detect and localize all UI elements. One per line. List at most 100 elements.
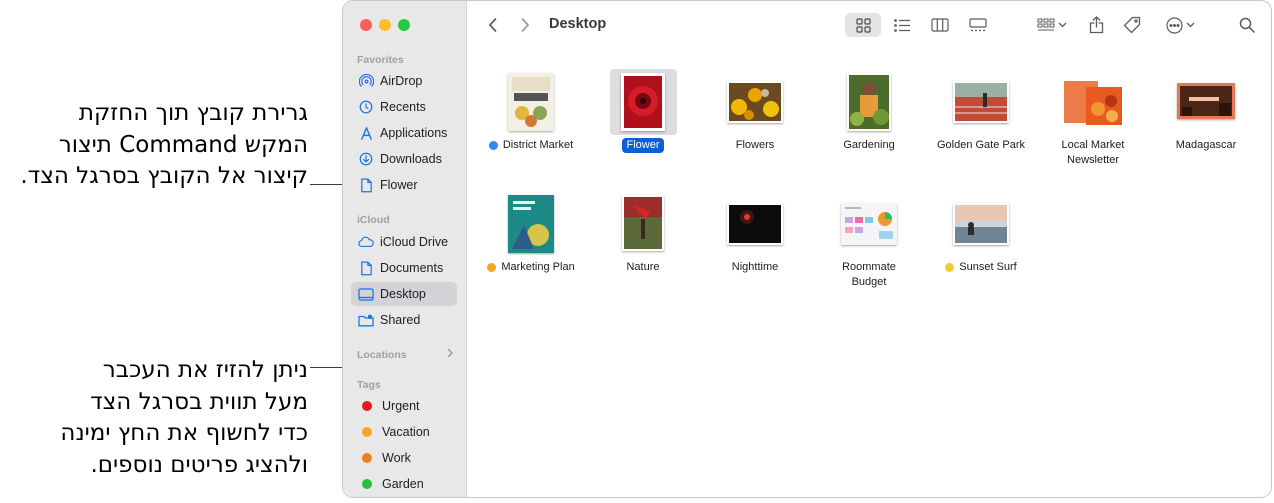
sidebar: Favorites AirDrop Recents Applications D…: [343, 1, 467, 497]
tag-color-dot: [362, 453, 372, 463]
file-golden-gate-park[interactable]: Golden Gate Park: [921, 69, 1041, 169]
sidebar-item-label: Applications: [380, 126, 448, 140]
sidebar-tag-urgent[interactable]: Urgent: [351, 394, 457, 418]
file-thumbnail: [953, 81, 1009, 128]
file-thumbnail: [508, 195, 554, 258]
sidebar-item-label: Vacation: [382, 425, 430, 439]
sidebar-item-label: AirDrop: [380, 74, 423, 88]
more-actions-button[interactable]: [1161, 13, 1199, 37]
file-flowers[interactable]: Flowers: [695, 69, 815, 169]
sidebar-item-icloud-drive[interactable]: iCloud Drive: [351, 230, 457, 254]
window-title: Desktop: [549, 16, 607, 32]
group-by-button[interactable]: [1033, 13, 1071, 37]
file-name: Marketing Plan: [501, 261, 575, 273]
callout-reveal-arrow: ניתן להזיז את העכבר מעל תווית בסרגל הצד …: [8, 355, 308, 481]
sidebar-item-shared[interactable]: Shared: [351, 308, 457, 332]
tag-color-dot: [362, 427, 372, 437]
sidebar-tag-work[interactable]: Work: [351, 446, 457, 470]
callout-line: גרירת קובץ תוך החזקת: [78, 100, 308, 126]
sidebar-tag-garden[interactable]: Garden: [351, 472, 457, 496]
file-name: Nature: [626, 261, 660, 273]
share-icon: [1089, 16, 1103, 34]
list-view-button[interactable]: [887, 13, 917, 37]
sidebar-item-label: Desktop: [380, 287, 426, 301]
callout-line: כדי לחשוף את החץ ימינה: [60, 420, 308, 446]
clock-icon: [358, 99, 374, 115]
file-flower[interactable]: Flower: [583, 69, 703, 169]
callout-line: קיצור אל הקובץ בסרגל הצד.: [20, 163, 308, 189]
icon-view-button[interactable]: [845, 13, 881, 37]
file-thumbnail: [727, 81, 783, 128]
desktop-icon: [358, 286, 374, 302]
search-button[interactable]: [1235, 13, 1259, 37]
sidebar-item-documents[interactable]: Documents: [351, 256, 457, 280]
document-icon: [358, 177, 374, 193]
callout-line: ניתן להזיז את העכבר: [102, 357, 308, 383]
sidebar-item-label: iCloud Drive: [380, 235, 449, 249]
sidebar-item-flower[interactable]: Flower: [351, 173, 457, 197]
group-icon: [1037, 18, 1055, 31]
file-nighttime[interactable]: Nighttime: [695, 191, 815, 291]
sidebar-item-label: Garden: [382, 477, 424, 491]
sidebar-item-airdrop[interactable]: AirDrop: [351, 69, 457, 93]
file-district-market[interactable]: District Market: [471, 69, 591, 169]
sidebar-item-downloads[interactable]: Downloads: [351, 147, 457, 171]
file-name: Roommate Budget: [842, 261, 896, 288]
chevron-right-icon: [521, 18, 530, 32]
airdrop-icon: [358, 73, 374, 89]
file-madagascar[interactable]: Madagascar: [1146, 69, 1266, 169]
tag-icon: [1123, 16, 1141, 34]
toolbar: Desktop: [467, 1, 1271, 49]
file-marketing-plan[interactable]: Marketing Plan: [471, 191, 591, 291]
sidebar-item-label: Documents: [380, 261, 444, 275]
share-button[interactable]: [1083, 13, 1109, 37]
sidebar-section-tags: Tags: [357, 379, 381, 391]
document-icon: [358, 260, 374, 276]
sidebar-tag-vacation[interactable]: Vacation: [351, 420, 457, 444]
more-icon: [1165, 16, 1183, 34]
sidebar-item-recents[interactable]: Recents: [351, 95, 457, 119]
forward-button[interactable]: [515, 13, 535, 37]
back-button[interactable]: [483, 13, 503, 37]
sidebar-item-applications[interactable]: Applications: [351, 121, 457, 145]
sidebar-section-favorites: Favorites: [357, 54, 404, 66]
file-thumbnail: [953, 203, 1009, 250]
column-view-button[interactable]: [925, 13, 955, 37]
list-view-icon: [893, 18, 910, 32]
finder-window: Favorites AirDrop Recents Applications D…: [342, 0, 1272, 498]
download-icon: [358, 151, 374, 167]
file-nature[interactable]: Nature: [583, 191, 703, 291]
file-name: Nighttime: [731, 261, 779, 273]
icon-view-icon: [855, 17, 871, 33]
file-sunset-surf[interactable]: Sunset Surf: [921, 191, 1041, 291]
tag-color-dot: [362, 479, 372, 489]
file-gardening[interactable]: Gardening: [809, 69, 929, 169]
file-name: Local Market Newsletter: [1061, 139, 1125, 166]
column-view-icon: [931, 18, 949, 32]
file-name: District Market: [502, 139, 574, 151]
cloud-icon: [358, 234, 374, 250]
sidebar-item-desktop[interactable]: Desktop: [351, 282, 457, 306]
file-name: Sunset Surf: [959, 261, 1017, 273]
sidebar-section-icloud: iCloud: [357, 214, 390, 226]
chevron-right-icon[interactable]: [446, 347, 454, 361]
file-local-market-newsletter[interactable]: Local Market Newsletter: [1033, 69, 1153, 179]
sidebar-item-label: Flower: [380, 178, 418, 192]
file-thumbnail: [508, 73, 554, 136]
minimize-window-button[interactable]: [379, 19, 391, 31]
close-window-button[interactable]: [360, 19, 372, 31]
sidebar-item-label: Urgent: [382, 399, 420, 413]
tag-button[interactable]: [1119, 13, 1145, 37]
file-thumbnail: [622, 195, 664, 256]
file-name: Gardening: [843, 139, 895, 151]
shared-folder-icon: [358, 312, 374, 328]
file-roommate-budget[interactable]: Roommate Budget: [809, 191, 929, 301]
sidebar-section-locations[interactable]: Locations: [357, 349, 407, 361]
traffic-lights: [360, 19, 410, 31]
zoom-window-button[interactable]: [398, 19, 410, 31]
gallery-view-button[interactable]: [963, 13, 993, 37]
sidebar-item-label: Recents: [380, 100, 426, 114]
file-thumbnail: [847, 73, 891, 136]
callout-line: מעל תווית בסרגל הצד: [90, 388, 308, 415]
sidebar-item-label: Shared: [380, 313, 421, 327]
